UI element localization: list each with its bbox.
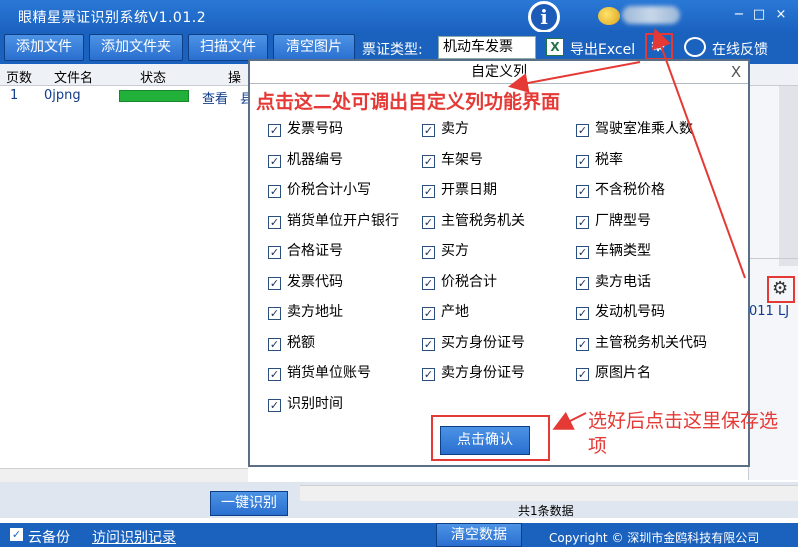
arrow-to-confirm xyxy=(552,411,587,430)
annotation-arrows xyxy=(508,28,746,430)
arrow-right-up xyxy=(652,28,746,279)
arrow-top-left xyxy=(508,61,641,93)
